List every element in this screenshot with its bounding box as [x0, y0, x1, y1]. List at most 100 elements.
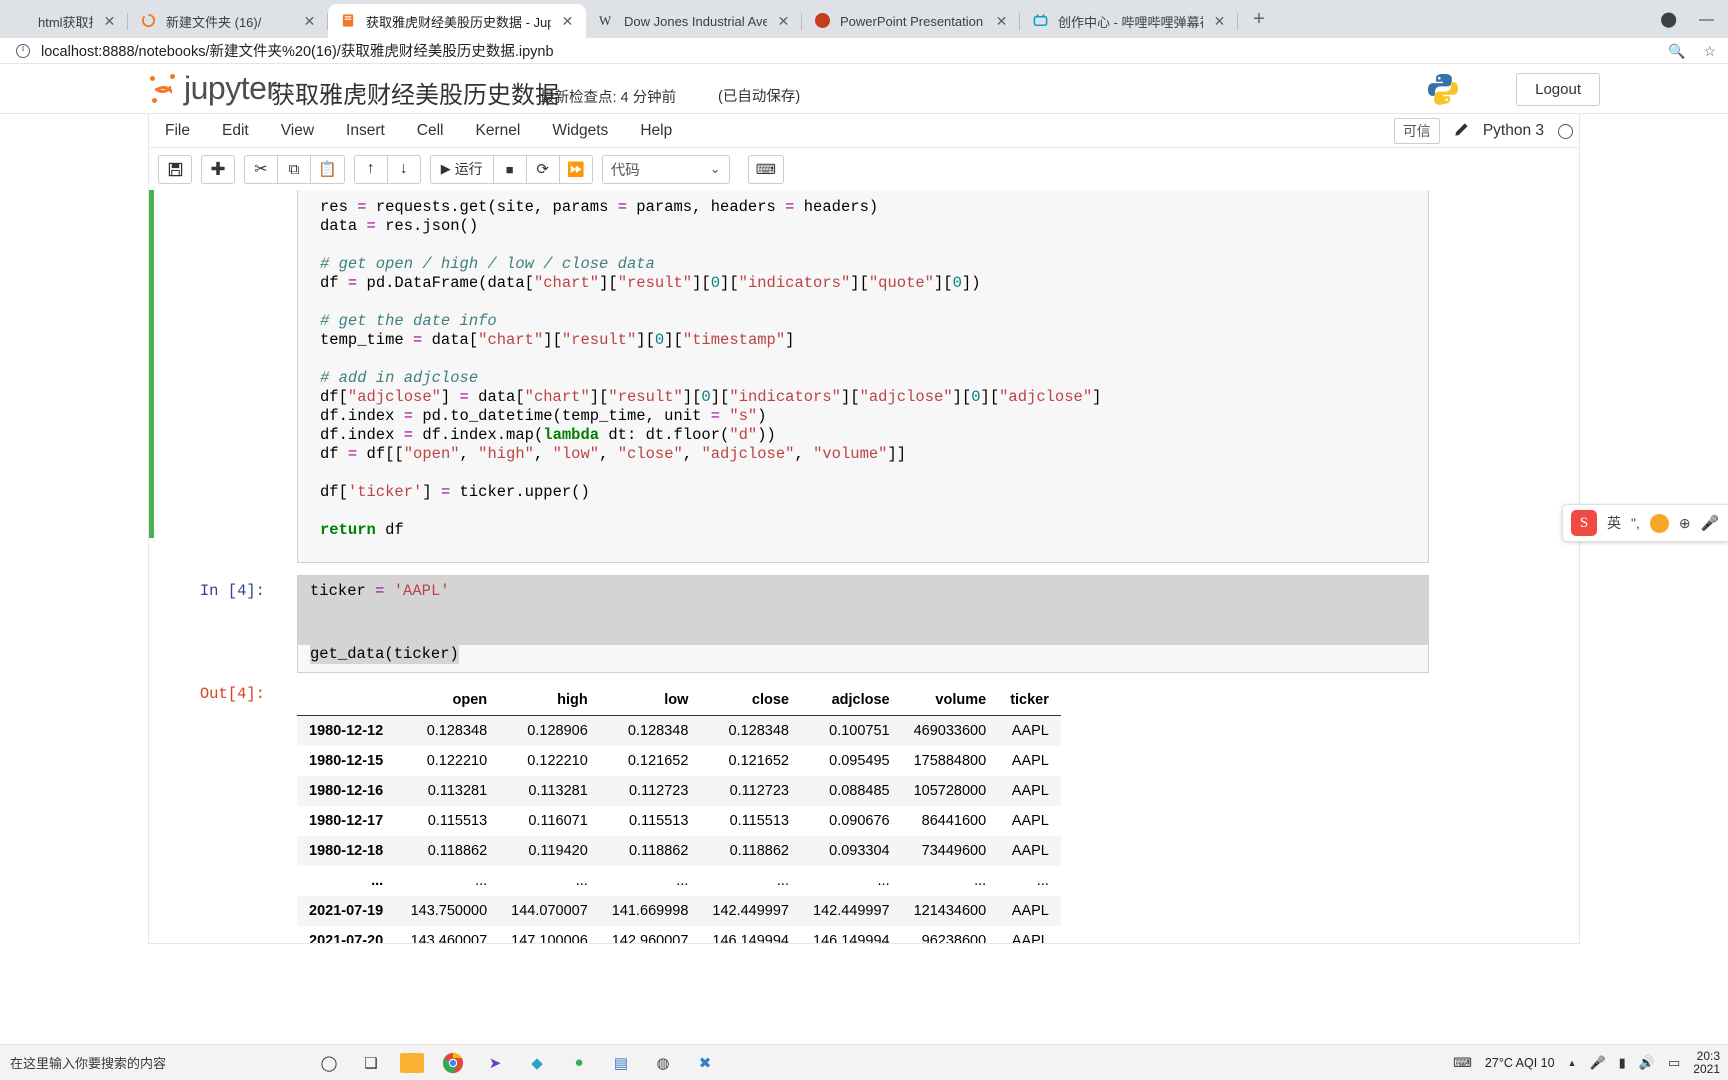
menu-view[interactable]: View — [265, 116, 330, 146]
move-cell-up-button[interactable]: ↑ — [353, 154, 388, 184]
dataframe-head: open high low close adjclose volume ticker — [297, 685, 1061, 716]
task-view-icon[interactable]: ❑ — [358, 1050, 384, 1076]
app-icon-6[interactable]: ◆ — [524, 1050, 550, 1076]
tab-close-button[interactable]: ✕ — [559, 13, 576, 30]
new-tab-button[interactable]: + — [1244, 5, 1274, 35]
bookmark-star-icon[interactable]: ☆ — [1703, 43, 1716, 60]
copy-button[interactable]: ⧉ — [277, 154, 311, 184]
table-cell: 175884800 — [913, 753, 987, 769]
info-icon[interactable] — [16, 43, 30, 58]
tab-close-button[interactable]: ✕ — [993, 13, 1010, 30]
toolbar-group-clipboard: ✂ ⧉ 📋 — [244, 154, 345, 184]
microphone-icon[interactable]: 🎤 — [1589, 1055, 1605, 1071]
run-label: 运行 — [454, 161, 483, 177]
browser-tab-2[interactable]: 获取雅虎财经美股历史数据 - Jup ✕ — [328, 4, 586, 38]
browser-tab-3[interactable]: W Dow Jones Industrial Average ✕ — [586, 4, 802, 38]
paste-button[interactable]: 📋 — [310, 154, 345, 184]
menu-kernel[interactable]: Kernel — [460, 116, 537, 146]
app-icon-8[interactable]: ▤ — [608, 1050, 634, 1076]
checkpoint-status: 最新检查点: 4 分钟前 — [540, 90, 677, 106]
menu-help[interactable]: Help — [624, 116, 688, 146]
app-icon-7[interactable]: ● — [566, 1050, 592, 1076]
code-cell-1-editor[interactable]: res = requests.get(site, params = params… — [297, 190, 1429, 563]
tab-close-button[interactable]: ✕ — [101, 13, 118, 30]
browser-tab-4[interactable]: PowerPoint Presentation ✕ — [802, 4, 1020, 38]
selected-code-block[interactable]: ticker = 'AAPL' — [298, 576, 1428, 645]
browser-tab-0[interactable]: html获取指定表格table ✕ — [0, 4, 128, 38]
browser-tab-1[interactable]: 新建文件夹 (16)/ ✕ — [128, 4, 328, 38]
table-cell: 0.122210 — [527, 753, 588, 769]
insert-cell-below-button[interactable]: ✚ — [201, 154, 235, 184]
jupyter-logo[interactable]: jupyter — [148, 70, 277, 107]
logout-button[interactable]: Logout — [1516, 73, 1600, 106]
taskbar-search-input[interactable]: 在这里输入你要搜索的内容 — [0, 1044, 300, 1080]
table-cell: 0.116071 — [528, 813, 588, 829]
network-icon[interactable]: ▮ — [1619, 1055, 1626, 1071]
save-button[interactable] — [158, 154, 192, 184]
minimize-button[interactable]: — — [1699, 12, 1714, 27]
column-header: high — [499, 685, 600, 716]
zoom-icon[interactable]: 🔍 — [1668, 43, 1685, 60]
cell-type-select[interactable]: 代码 ⌄ — [601, 154, 730, 184]
menu-insert[interactable]: Insert — [330, 116, 401, 146]
notebook-title[interactable]: 获取雅虎财经美股历史数据 — [271, 75, 559, 110]
cortana-icon[interactable]: ◯ — [316, 1050, 342, 1076]
tab-close-button[interactable]: ✕ — [775, 13, 792, 30]
table-cell: 0.128906 — [527, 723, 588, 739]
menu-cell[interactable]: Cell — [401, 116, 460, 146]
menu-widgets[interactable]: Widgets — [536, 116, 624, 146]
menu-file[interactable]: File — [149, 116, 206, 146]
code-cell-1[interactable]: res = requests.get(site, params = params… — [149, 190, 1579, 563]
code-cell-2[interactable]: In [4]: ticker = 'AAPL' get_data(ticker) — [149, 575, 1579, 673]
kernel-name[interactable]: Python 3 — [1483, 122, 1544, 140]
ime-mode-toggle[interactable]: 英 — [1607, 513, 1621, 533]
table-cell: 0.122210 — [426, 753, 488, 769]
interrupt-kernel-button[interactable]: ■ — [492, 154, 527, 184]
cursor-app-icon[interactable]: ➤ — [482, 1050, 508, 1076]
menu-edit[interactable]: Edit — [206, 116, 265, 146]
code-last-line-wrap[interactable]: get_data(ticker) — [298, 645, 1428, 672]
sogou-ime-logo-icon[interactable]: S — [1571, 510, 1597, 536]
vscode-icon[interactable]: ✖ — [692, 1050, 718, 1076]
table-cell: 0.121652 — [627, 753, 689, 769]
url-text: localhost:8888/notebooks/新建文件夹%20(16)/获取… — [41, 44, 554, 60]
jupyter-logo-icon — [148, 71, 180, 107]
cut-button[interactable]: ✂ — [244, 154, 278, 184]
app-icon-9[interactable]: ◍ — [650, 1050, 676, 1076]
browser-tab-5[interactable]: 创作中心 - 哔哩哔哩弹幕视频网 ✕ — [1020, 4, 1238, 38]
ime-punctuation-toggle[interactable]: ", — [1631, 515, 1640, 531]
ime-emoji-icon[interactable] — [1649, 513, 1669, 533]
profile-avatar-icon[interactable]: ⬤ — [1660, 12, 1677, 27]
tab-title: PowerPoint Presentation — [840, 13, 984, 29]
ime-toolbox-icon[interactable]: ⊕ — [1679, 515, 1691, 532]
tab-close-button[interactable]: ✕ — [1211, 13, 1228, 30]
volume-icon[interactable]: 🔊 — [1639, 1055, 1655, 1071]
wikipedia-icon: W — [599, 12, 612, 28]
restart-kernel-button[interactable]: ⟳ — [525, 154, 560, 184]
tab-close-button[interactable]: ✕ — [301, 13, 318, 30]
move-cell-down-button[interactable]: ↓ — [386, 154, 421, 184]
run-button[interactable]: ▶ 运行 — [429, 154, 494, 184]
ime-voice-icon[interactable]: 🎤 — [1701, 514, 1720, 532]
weather-status[interactable]: 27°C AQI 10 — [1485, 1056, 1555, 1070]
command-palette-button[interactable]: ⌨ — [747, 154, 784, 184]
trust-badge[interactable]: 可信 — [1393, 118, 1440, 144]
code-line: df = pd.DataFrame(data["chart"]["result"… — [320, 274, 981, 292]
keyboard-icon[interactable]: ⌨ — [1453, 1055, 1472, 1071]
clock-time: 20:3 — [1696, 1049, 1720, 1063]
table-cell: 0.088485 — [829, 783, 890, 799]
ime-toolbar[interactable]: S 英 ", ⊕ 🎤 — [1562, 504, 1728, 542]
file-explorer-icon[interactable] — [400, 1052, 424, 1073]
chevron-up-icon[interactable]: ▲ — [1568, 1058, 1577, 1068]
code-cell-2-editor[interactable]: ticker = 'AAPL' get_data(ticker) — [297, 575, 1429, 673]
address-bar[interactable]: localhost:8888/notebooks/新建文件夹%20(16)/获取… — [0, 38, 1728, 64]
table-cell: ... — [676, 873, 689, 889]
restart-run-all-button[interactable]: ⏩ — [558, 154, 593, 184]
clock[interactable]: 20:3 2021 — [1693, 1050, 1720, 1076]
column-header: open — [395, 685, 500, 716]
code-line: df.index = df.index.map(lambda dt: dt.fl… — [320, 426, 776, 444]
chrome-icon[interactable] — [440, 1050, 466, 1076]
table-cell: 0.093304 — [829, 843, 890, 859]
battery-icon[interactable]: ▭ — [1668, 1055, 1680, 1071]
